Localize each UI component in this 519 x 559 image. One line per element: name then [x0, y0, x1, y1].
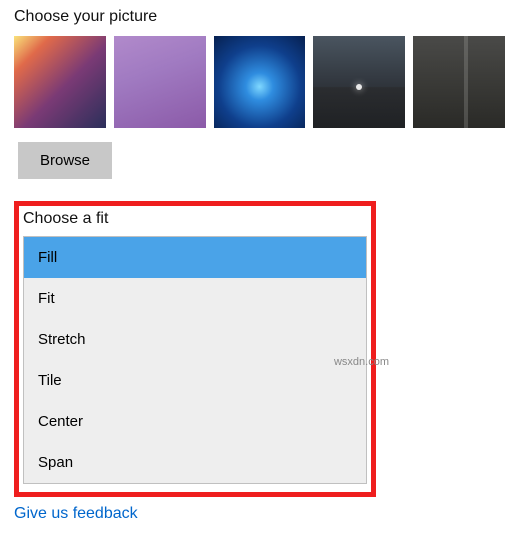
- fit-option-span[interactable]: Span: [24, 442, 366, 483]
- fit-option-fit[interactable]: Fit: [24, 278, 366, 319]
- fit-option-stretch[interactable]: Stretch: [24, 319, 366, 360]
- picture-thumb-2[interactable]: [114, 36, 206, 128]
- choose-picture-label: Choose your picture: [14, 8, 505, 26]
- fit-option-fill[interactable]: Fill: [24, 237, 366, 278]
- picture-thumb-5[interactable]: [413, 36, 505, 128]
- feedback-link[interactable]: Give us feedback: [14, 505, 138, 523]
- fit-dropdown[interactable]: Fill Fit Stretch Tile Center Span: [23, 236, 367, 484]
- picture-thumb-4[interactable]: [313, 36, 405, 128]
- browse-button[interactable]: Browse: [18, 142, 112, 179]
- watermark-text: wsxdn.com: [334, 356, 389, 368]
- choose-fit-label: Choose a fit: [23, 210, 367, 228]
- picture-thumb-1[interactable]: [14, 36, 106, 128]
- fit-highlight-box: Choose a fit Fill Fit Stretch Tile Cente…: [14, 201, 376, 497]
- fit-option-center[interactable]: Center: [24, 401, 366, 442]
- picture-thumb-3[interactable]: [214, 36, 306, 128]
- fit-option-tile[interactable]: Tile: [24, 360, 366, 401]
- picture-thumbnails: [14, 36, 505, 128]
